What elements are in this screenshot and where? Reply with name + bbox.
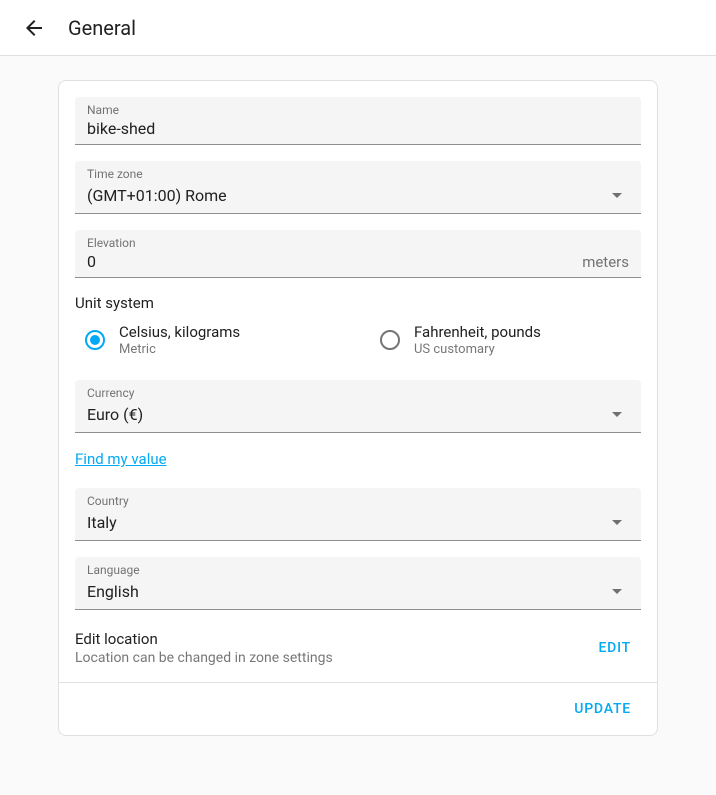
- timezone-field[interactable]: Time zone (GMT+01:00) Rome: [75, 161, 641, 214]
- update-button[interactable]: UPDATE: [564, 693, 641, 725]
- currency-label: Currency: [87, 386, 134, 400]
- elevation-label: Elevation: [87, 236, 136, 250]
- unit-metric-option[interactable]: Celsius, kilograms Metric: [75, 320, 346, 360]
- location-subtitle: Location can be changed in zone settings: [75, 650, 588, 666]
- chevron-down-icon: [605, 510, 629, 534]
- settings-card: Name Time zone (GMT+01:00) Rome Elevatio…: [58, 80, 658, 736]
- arrow-left-icon: [22, 16, 46, 40]
- unit-system-label: Unit system: [59, 294, 657, 320]
- language-label: Language: [87, 563, 140, 577]
- unit-system-group: Celsius, kilograms Metric Fahrenheit, po…: [59, 320, 657, 380]
- back-button[interactable]: [14, 8, 54, 48]
- unit-customary-primary: Fahrenheit, pounds: [414, 323, 541, 341]
- card-actions: UPDATE: [59, 683, 657, 735]
- name-label: Name: [87, 103, 119, 117]
- chevron-down-icon: [605, 402, 629, 426]
- language-value: English: [87, 582, 605, 601]
- timezone-value: (GMT+01:00) Rome: [87, 186, 605, 205]
- app-header: General: [0, 0, 716, 56]
- timezone-label: Time zone: [87, 167, 143, 181]
- country-field[interactable]: Country Italy: [75, 488, 641, 541]
- radio-icon: [75, 320, 115, 360]
- page-body: Name Time zone (GMT+01:00) Rome Elevatio…: [0, 56, 716, 760]
- name-input[interactable]: [87, 119, 629, 138]
- currency-value: Euro (€): [87, 405, 605, 424]
- location-row: Edit location Location can be changed in…: [59, 626, 657, 682]
- elevation-field[interactable]: Elevation meters: [75, 230, 641, 278]
- unit-metric-secondary: Metric: [119, 342, 240, 357]
- edit-location-button[interactable]: EDIT: [588, 632, 641, 664]
- unit-metric-primary: Celsius, kilograms: [119, 323, 240, 341]
- location-title: Edit location: [75, 630, 588, 648]
- unit-customary-secondary: US customary: [414, 342, 541, 357]
- unit-customary-option[interactable]: Fahrenheit, pounds US customary: [370, 320, 641, 360]
- page-title: General: [68, 16, 136, 40]
- name-field[interactable]: Name: [75, 97, 641, 145]
- country-value: Italy: [87, 513, 605, 532]
- radio-icon: [370, 320, 410, 360]
- elevation-input[interactable]: [87, 252, 574, 271]
- elevation-suffix: meters: [582, 253, 629, 271]
- find-my-value-link[interactable]: Find my value: [75, 450, 167, 468]
- chevron-down-icon: [605, 579, 629, 603]
- language-field[interactable]: Language English: [75, 557, 641, 610]
- chevron-down-icon: [605, 183, 629, 207]
- currency-field[interactable]: Currency Euro (€): [75, 380, 641, 433]
- country-label: Country: [87, 494, 129, 508]
